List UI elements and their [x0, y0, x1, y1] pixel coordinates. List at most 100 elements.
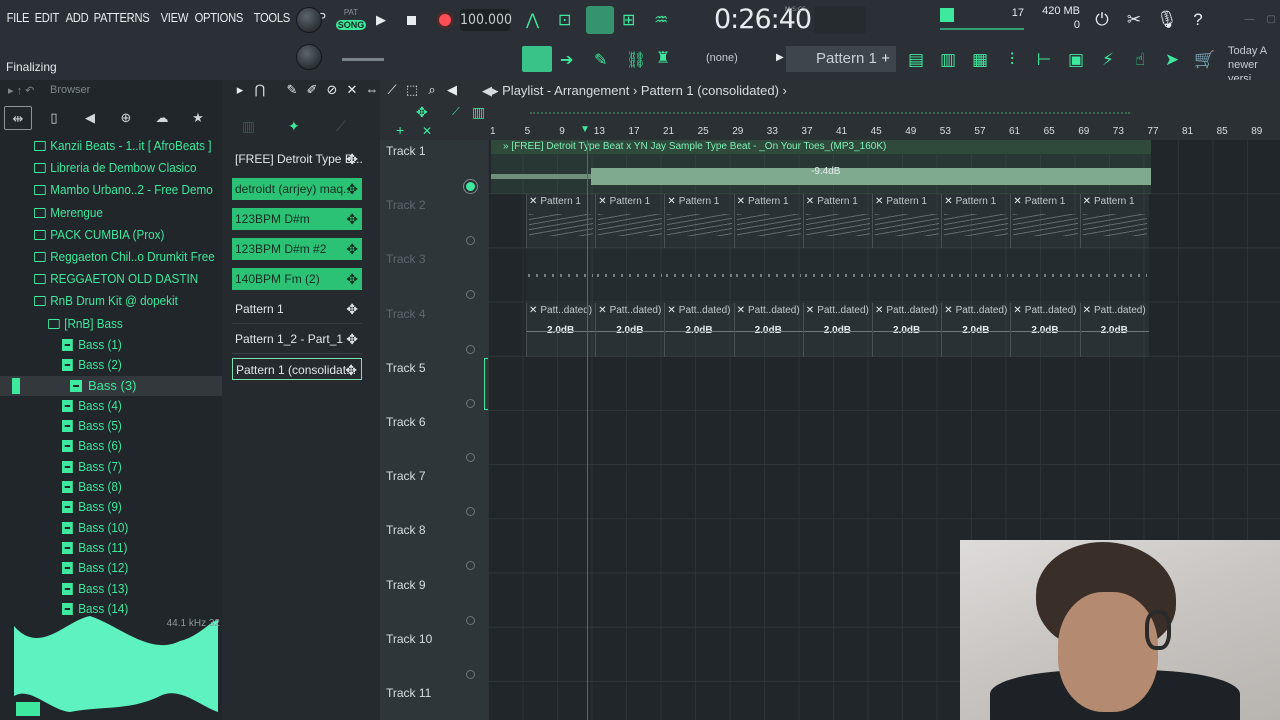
menu-options[interactable]: OPTIONS — [192, 10, 246, 25]
audio-clip[interactable]: » [FREE] Detroit Type Beat x YN Jay Samp… — [491, 140, 1151, 194]
step-edit-icon[interactable]: ⊞ — [622, 10, 635, 30]
pattern-clip[interactable]: ✕ Pattern 1 — [526, 194, 596, 249]
playlist-window-icon[interactable]: ▤ — [906, 50, 926, 70]
stop-button[interactable] — [398, 8, 424, 32]
metronome-icon[interactable]: ⋀ — [526, 10, 539, 30]
track-name[interactable]: Track 9 — [386, 578, 426, 592]
pattern-item[interactable]: [FREE] Detroit Type B... ✥ — [232, 148, 362, 170]
clip-close-icon[interactable]: ✕ — [806, 305, 814, 316]
automation-clip[interactable]: ✕Patt..dated)2.0dB — [1079, 302, 1149, 357]
track-name[interactable]: Track 6 — [386, 415, 426, 429]
pattern-selector[interactable]: Pattern 1 + — [786, 46, 896, 72]
blend-notes-icon[interactable]: ♒ — [654, 10, 668, 30]
track-mute-led[interactable] — [466, 344, 475, 354]
drag-handle-icon[interactable]: ✥ — [346, 148, 358, 170]
cut-icon[interactable]: ✂ — [1124, 10, 1144, 30]
project-icon[interactable]: ▣ — [1066, 50, 1086, 70]
picker-mode-icon[interactable]: ▥ — [242, 118, 255, 135]
arrow-right-icon[interactable]: ➔ — [560, 50, 573, 70]
playlist-title-arrow-icon[interactable]: ◀▸ — [482, 83, 502, 98]
browser-folder[interactable]: Mambo Urbano..2 - Free Demo — [34, 180, 213, 200]
slip-icon[interactable]: ⇔ — [362, 82, 382, 98]
pattern-clip[interactable] — [941, 248, 1011, 303]
menu-view[interactable]: VIEW — [158, 10, 191, 25]
browser-file[interactable]: Bass (7) — [62, 457, 122, 477]
browser-file[interactable]: Bass (12) — [62, 558, 128, 578]
pattern-clip[interactable]: ✕ Pattern 1 — [941, 194, 1011, 249]
draw-icon[interactable]: ✎ — [282, 82, 302, 98]
pattern-arrow-icon[interactable]: ▶ — [776, 52, 784, 63]
pattern-clip[interactable]: ✕ Pattern 1 — [872, 194, 942, 249]
pattern-clip[interactable]: ✕ Pattern 1 — [595, 194, 665, 249]
pattern-clip[interactable] — [526, 248, 596, 303]
microphone-icon[interactable]: 🎙 — [1156, 10, 1178, 30]
clip-close-icon[interactable]: ✕ — [1013, 305, 1021, 316]
browser-file[interactable]: Bass (2) — [62, 355, 122, 375]
browser-file[interactable]: Bass (5) — [62, 416, 122, 436]
delete-icon[interactable]: ⊘ — [322, 82, 342, 98]
track-mute-led[interactable] — [466, 398, 475, 408]
track-name[interactable]: Track 4 — [386, 307, 426, 321]
track-mute-led[interactable] — [466, 561, 475, 571]
clip-close-icon[interactable]: ✕ — [1083, 196, 1091, 207]
overview-strip[interactable] — [530, 112, 1130, 114]
magnet-icon[interactable]: ⋂ — [250, 82, 270, 98]
maximize-icon[interactable]: ▢ — [1267, 14, 1276, 25]
automation-clip[interactable]: ✕Patt..dated)2.0dB — [941, 302, 1011, 357]
track-mute-led[interactable] — [466, 615, 475, 625]
clip-close-icon[interactable]: ✕ — [737, 196, 745, 207]
play-button[interactable]: ▶ — [368, 8, 394, 32]
browser-file[interactable]: Bass (8) — [62, 477, 122, 497]
automation-clip[interactable]: ✕Patt..dated)2.0dB — [872, 302, 942, 357]
browser-file[interactable]: Bass (9) — [62, 497, 122, 517]
drag-handle-icon[interactable]: ✥ — [346, 178, 358, 200]
drag-handle-icon[interactable]: ✥ — [346, 208, 358, 230]
bell-icon[interactable]: ♜ — [656, 48, 670, 68]
automation-clip[interactable]: ✕Patt..dated)2.0dB — [733, 302, 803, 357]
browser-file[interactable]: Bass (10) — [62, 518, 128, 538]
playhead-marker-icon[interactable]: ▼ — [580, 124, 590, 135]
mute-icon[interactable]: ✕ — [342, 82, 362, 98]
speaker-icon[interactable]: ◀ — [442, 82, 462, 98]
close-track-icon[interactable]: ✕ — [422, 124, 432, 138]
pat-song-toggle[interactable]: PAT SONG — [336, 8, 366, 34]
clip-close-icon[interactable]: ✕ — [1083, 305, 1091, 316]
automation-clip[interactable]: ✕Patt..dated)2.0dB — [802, 302, 872, 357]
cart-icon[interactable]: 🛒 — [1194, 50, 1215, 70]
drag-handle-icon[interactable]: ✥ — [346, 328, 358, 350]
track-name[interactable]: Track 7 — [386, 469, 426, 483]
browser-file[interactable]: Bass (11) — [62, 538, 127, 558]
menu-tools[interactable]: TOOLS — [251, 10, 293, 25]
track-name[interactable]: Track 3 — [386, 252, 426, 266]
menu-edit[interactable]: EDIT — [32, 10, 62, 25]
link-icon[interactable]: ⛓ — [626, 50, 646, 70]
grid-tool-icon[interactable]: ▥ — [472, 104, 485, 121]
pattern-clip[interactable] — [664, 248, 734, 303]
pencil-icon[interactable]: ✎ — [594, 50, 607, 70]
pattern-clip[interactable] — [1010, 248, 1080, 303]
touch-icon[interactable]: ☝ — [1130, 50, 1150, 70]
clip-close-icon[interactable]: ✕ — [806, 196, 814, 207]
pattern-clip[interactable]: ✕ Pattern 1 — [664, 194, 734, 249]
piano-roll-icon[interactable]: ▥ — [938, 50, 958, 70]
sample-preview[interactable]: 44.1 kHz 32 — [10, 616, 220, 716]
pitch-slider[interactable] — [342, 58, 384, 61]
preview-play-button[interactable] — [16, 702, 40, 716]
pattern-item[interactable]: detroidt (arrjey) maq... ✥ — [232, 178, 362, 200]
menu-add[interactable]: ADD — [63, 10, 91, 25]
browser-tree-icon[interactable]: ⊢ — [1034, 50, 1054, 70]
clip-close-icon[interactable]: ✕ — [529, 305, 537, 316]
power-icon[interactable]: ⏻ — [1092, 10, 1112, 30]
pattern-item[interactable]: 140BPM Fm (2) ✥ — [232, 268, 362, 290]
line-tool-icon[interactable]: ⟋ — [452, 106, 460, 119]
record-button[interactable] — [432, 8, 458, 32]
pattern-item[interactable]: Pattern 1 ✥ — [232, 298, 362, 320]
track-mute-led[interactable] — [466, 507, 475, 517]
select-icon[interactable]: ⬚ — [402, 82, 422, 98]
automation-clip[interactable]: ✕Patt..dated)2.0dB — [595, 302, 665, 357]
pattern-clip[interactable]: ✕ Pattern 1 — [733, 194, 803, 249]
song-position-display[interactable]: 0:26:40 M:S:CS — [714, 4, 812, 36]
clip-close-icon[interactable]: ✕ — [737, 305, 745, 316]
browser-file[interactable]: Bass (1) — [62, 335, 122, 355]
picker-audio-icon[interactable]: ✦ — [288, 118, 300, 135]
